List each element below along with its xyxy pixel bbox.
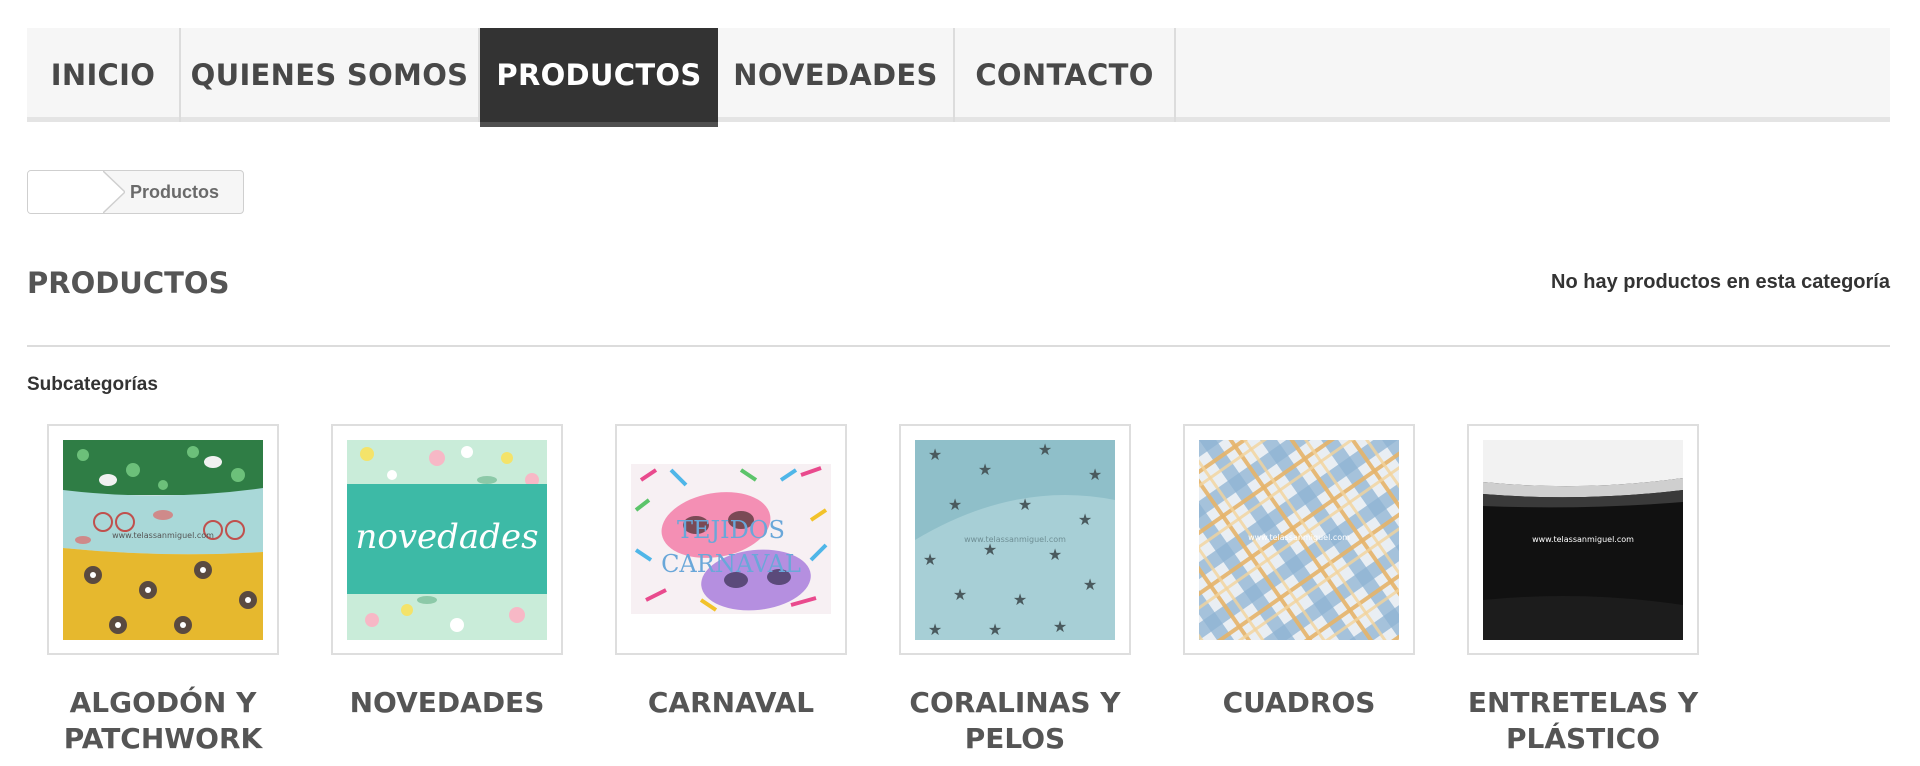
- svg-text:★: ★: [1038, 440, 1052, 459]
- plaid-fabric-image: www.telassanmiguel.com: [1199, 439, 1399, 640]
- page-title: PRODUCTOS: [27, 266, 230, 300]
- subcategory-image-link[interactable]: www.telassanmiguel.com: [1467, 424, 1699, 655]
- subcategory-name[interactable]: CARNAVAL: [615, 685, 847, 721]
- svg-text:★: ★: [1053, 617, 1067, 636]
- subcategories-heading: Subcategorías: [27, 374, 158, 395]
- image-watermark: www.telassanmiguel.com: [1532, 535, 1634, 544]
- breadcrumb: Productos: [27, 170, 244, 214]
- menu-item-contacto[interactable]: CONTACTO: [955, 28, 1176, 122]
- novedades-banner-text: novedades: [355, 517, 538, 557]
- image-watermark: www.telassanmiguel.com: [1248, 533, 1350, 542]
- subcategory-name[interactable]: CORALINAS Y PELOS: [899, 685, 1131, 757]
- subcategory-card: TEJIDOS CARNAVAL CARNAVAL: [615, 424, 847, 721]
- novedades-banner-image: novedades: [347, 439, 547, 640]
- subcategory-name[interactable]: CUADROS: [1183, 685, 1415, 721]
- menu-item-productos[interactable]: PRODUCTOS: [480, 28, 718, 127]
- subcategory-image-link[interactable]: novedades: [331, 424, 563, 655]
- svg-text:★: ★: [988, 620, 1002, 639]
- breadcrumb-current: Productos: [130, 182, 220, 202]
- subcategory-image-link[interactable]: TEJIDOS CARNAVAL: [615, 424, 847, 655]
- svg-text:★: ★: [1088, 465, 1102, 484]
- svg-text:★: ★: [953, 585, 967, 604]
- svg-text:★: ★: [1078, 510, 1092, 529]
- carnival-image-text-1: TEJIDOS: [677, 516, 785, 544]
- svg-text:★: ★: [1018, 495, 1032, 514]
- menu-item-novedades[interactable]: NOVEDADES: [718, 28, 955, 122]
- subcategory-name[interactable]: NOVEDADES: [331, 685, 563, 721]
- svg-text:★: ★: [948, 495, 962, 514]
- subcategory-card: www.telassanmiguel.com ENTRETELAS Y PLÁS…: [1467, 424, 1699, 757]
- svg-text:★: ★: [1048, 545, 1062, 564]
- svg-text:★: ★: [923, 550, 937, 569]
- svg-text:★: ★: [1083, 575, 1097, 594]
- image-watermark: www.telassanmiguel.com: [112, 531, 214, 540]
- subcategory-name[interactable]: ALGODÓN Y PATCHWORK: [47, 685, 279, 757]
- carnival-masks-image: TEJIDOS CARNAVAL: [631, 439, 831, 640]
- image-watermark: www.telassanmiguel.com: [964, 535, 1066, 544]
- subcategory-card: novedades NOVEDADES: [331, 424, 563, 721]
- subcategory-card: ★ ★ ★ ★ ★ ★ ★ ★ ★ ★ ★ ★ ★ ★ ★ ★ www.telassanmiguel.…: [899, 424, 1131, 757]
- interfacing-fabric-image: www.telassanmiguel.com: [1483, 439, 1683, 640]
- menu-item-inicio[interactable]: INICIO: [27, 28, 181, 122]
- carnival-image-text-2: CARNAVAL: [661, 550, 801, 578]
- breadcrumb-separator-icon: [103, 171, 125, 213]
- heading-divider: [27, 345, 1890, 347]
- subcategory-card: www.telassanmiguel.com CUADROS: [1183, 424, 1415, 721]
- empty-category-message: No hay productos en esta categoría: [1551, 271, 1890, 293]
- subcategory-image-link[interactable]: www.telassanmiguel.com: [1183, 424, 1415, 655]
- home-icon[interactable]: [28, 171, 103, 213]
- subcategory-image-link[interactable]: www.telassanmiguel.com: [47, 424, 279, 655]
- star-fabric-image: ★★★★ ★ ★★ ★★ ★ ★ ★★ ★ ★ ★ www.telassanmiguel.…: [915, 439, 1115, 640]
- patchwork-fabric-image: www.telassanmiguel.com: [63, 439, 263, 640]
- subcategory-image-link[interactable]: ★ ★ ★ ★ ★ ★ ★ ★ ★ ★ ★ ★ ★ ★ ★ ★ www.telassanmiguel.…: [899, 424, 1131, 655]
- svg-text:★: ★: [978, 460, 992, 479]
- svg-text:★: ★: [928, 445, 942, 464]
- svg-text:★: ★: [1013, 590, 1027, 609]
- subcategory-name[interactable]: ENTRETELAS Y PLÁSTICO: [1467, 685, 1699, 757]
- main-menu: INICIO QUIENES SOMOS PRODUCTOS NOVEDADES…: [27, 28, 1890, 127]
- subcategory-card: www.telassanmiguel.com ALGODÓN Y PATCHWO…: [47, 424, 279, 757]
- svg-text:★: ★: [928, 620, 942, 639]
- menu-item-quienes-somos[interactable]: QUIENES SOMOS: [181, 28, 480, 122]
